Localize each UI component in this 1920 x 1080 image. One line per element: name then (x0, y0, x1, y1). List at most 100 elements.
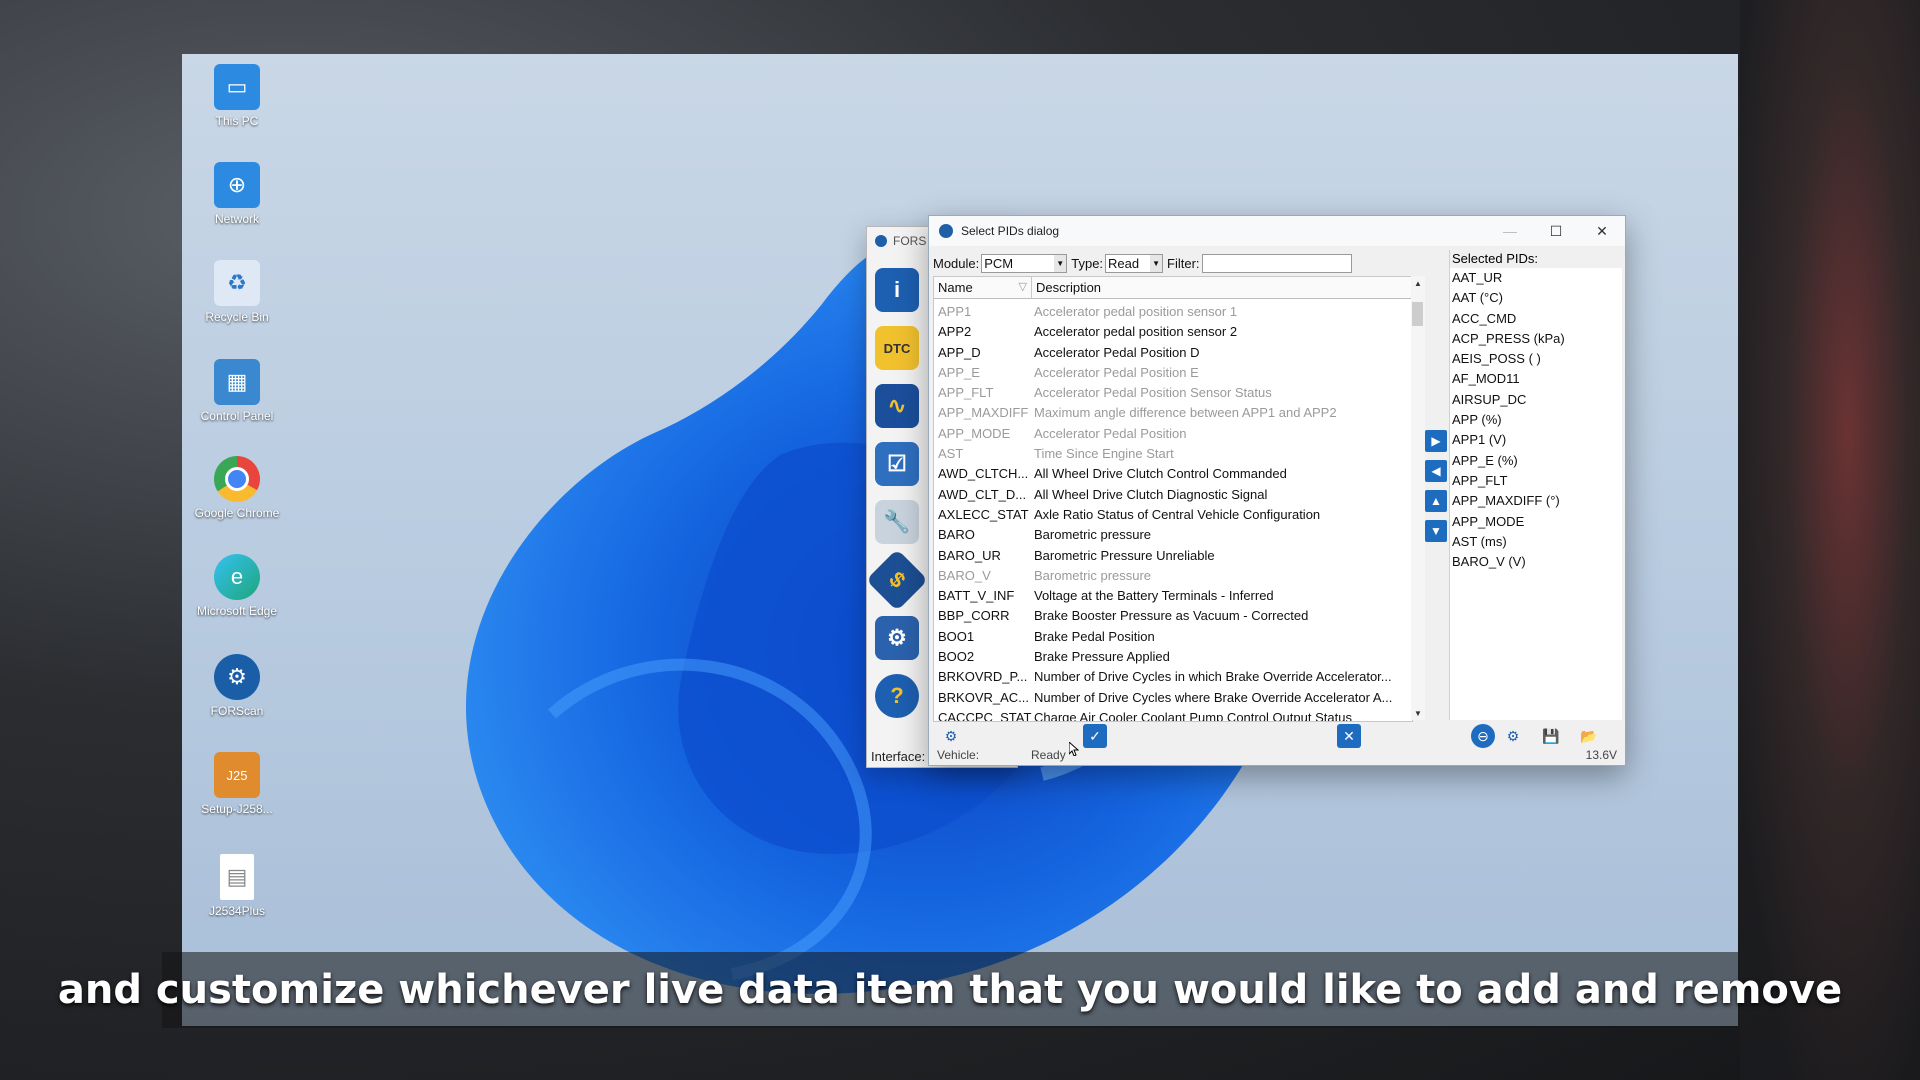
transfer-buttons: ▶ ◀ ▲ ▼ (1423, 430, 1449, 550)
pid-list: Name ▽ Description APP1 Accelerator pedal … (933, 276, 1413, 722)
scroll-thumb[interactable] (1412, 302, 1423, 326)
pid-description: Accelerator Pedal Position Sensor Status (1034, 385, 1272, 401)
selected-pid-item[interactable]: ACC_CMD (1450, 309, 1622, 329)
desktop-icon-this-pc[interactable]: ▭ This PC (182, 64, 292, 129)
pid-name: BOO1 (938, 628, 975, 644)
sidebar-tests-button[interactable]: ☑ (867, 435, 927, 493)
selected-pid-item[interactable]: AEIS_POSS ( ) (1450, 349, 1622, 369)
remove-pid-button[interactable]: ◀ (1425, 460, 1447, 482)
column-header-description[interactable]: Description (1032, 277, 1412, 298)
clear-button[interactable]: ⊖ (1471, 724, 1495, 748)
pid-row[interactable]: APP1 Accelerator pedal position sensor 1 (934, 302, 1412, 322)
dialog-status-strip: Vehicle: Ready 13.6V (937, 748, 1617, 762)
filter-label: Filter: (1167, 255, 1200, 271)
desktop-icon-network[interactable]: ⊕ Network (182, 162, 292, 227)
pid-description: Maximum angle difference between APP1 an… (1034, 405, 1337, 421)
pid-row[interactable]: AXLECC_STAT Axle Ratio Status of Central … (934, 505, 1412, 525)
desktop-icon-control-panel[interactable]: ▦ Control Panel (182, 359, 292, 424)
column-header-name[interactable]: Name ▽ (934, 277, 1032, 298)
selected-pid-item[interactable]: APP_E (%) (1450, 451, 1622, 471)
ok-button[interactable]: ✓ (1083, 724, 1107, 748)
selected-pid-item[interactable]: APP_MAXDIFF (°) (1450, 491, 1622, 511)
network-icon: ⊕ (214, 162, 260, 208)
dialog-button-bar: ⚙ ✓ ✕ ⊖ ⚙ 💾 📂 (929, 722, 1625, 748)
recycle-bin-icon: ♻ (214, 260, 260, 306)
sidebar-dtc-button[interactable]: DTC (867, 319, 927, 377)
open-button[interactable]: 📂 (1577, 724, 1601, 748)
pid-row[interactable]: APP_E Accelerator Pedal Position E (934, 363, 1412, 383)
scroll-up-icon[interactable]: ▲ (1411, 276, 1425, 290)
pid-description: All Wheel Drive Clutch Diagnostic Signal (1034, 486, 1268, 502)
pid-description: Number of Drive Cycles where Brake Overr… (1034, 689, 1393, 705)
pid-row[interactable]: BRKOVR_AC... Number of Drive Cycles where… (934, 688, 1412, 708)
selected-pid-item[interactable]: APP_FLT (1450, 471, 1622, 491)
scroll-down-icon[interactable]: ▼ (1411, 706, 1425, 720)
pid-row[interactable]: APP2 Accelerator pedal position sensor 2 (934, 322, 1412, 342)
pid-row[interactable]: APP_MODE Accelerator Pedal Position (934, 424, 1412, 444)
pid-row[interactable]: BARO_UR Barometric Pressure Unreliable (934, 546, 1412, 566)
module-label: Module: (933, 255, 980, 271)
pid-name: BARO_V (938, 567, 991, 583)
pid-row[interactable]: BOO1 Brake Pedal Position (934, 627, 1412, 647)
pid-row[interactable]: AWD_CLT_D... All Wheel Drive Clutch Diagn… (934, 485, 1412, 505)
pid-row[interactable]: CACCPC_STAT Charge Air Cooler Coolant Pum… (934, 708, 1412, 721)
maximize-button[interactable]: ☐ (1533, 216, 1579, 246)
module-select[interactable]: PCM ▼ (981, 253, 1068, 273)
move-down-button[interactable]: ▼ (1425, 520, 1447, 542)
selected-pid-item[interactable]: BARO_V (V) (1450, 552, 1622, 572)
pid-row[interactable]: APP_FLT Accelerator Pedal Position Sensor… (934, 383, 1412, 403)
dialog-titlebar[interactable]: Select PIDs dialog — ☐ ✕ (929, 216, 1625, 246)
pid-name: AWD_CLTCH... (938, 466, 1029, 482)
move-up-button[interactable]: ▲ (1425, 490, 1447, 512)
desktop-icon-google-chrome[interactable]: Google Chrome (182, 456, 292, 521)
sidebar-settings-button[interactable]: ⚙ (867, 609, 927, 667)
save-icon: 💾 (1542, 727, 1560, 744)
settings-button[interactable]: ⚙ (939, 724, 963, 748)
desktop-icon-j2534plus[interactable]: ▤ J2534Plus (182, 854, 292, 919)
sidebar-service-button[interactable]: 🔧 (867, 493, 927, 551)
monitor-icon: ▭ (214, 64, 260, 110)
mouse-cursor (1069, 742, 1079, 756)
pid-row[interactable]: APP_MAXDIFF Maximum angle difference betw… (934, 403, 1412, 423)
pid-row[interactable]: APP_D Accelerator Pedal Position D (934, 343, 1412, 363)
sidebar-help-button[interactable]: ? (867, 667, 927, 725)
desktop-icon-microsoft-edge[interactable]: e Microsoft Edge (182, 554, 292, 619)
sidebar-oscilloscope-button[interactable]: ∿ (867, 377, 927, 435)
pid-row[interactable]: BARO_V Barometric pressure (934, 566, 1412, 586)
configure-button[interactable]: ⚙ (1501, 724, 1525, 748)
desktop-icon-forscan[interactable]: ⚙ FORScan (182, 654, 292, 719)
pid-name: BBP_CORR (938, 608, 1010, 624)
add-pid-button[interactable]: ▶ (1425, 430, 1447, 452)
pid-row[interactable]: AWD_CLTCH... All Wheel Drive Clutch Contr… (934, 464, 1412, 484)
pid-description: Accelerator pedal position sensor 2 (1034, 324, 1238, 340)
pid-row[interactable]: BOO2 Brake Pressure Applied (934, 647, 1412, 667)
pid-name: APP2 (938, 324, 972, 340)
pid-description: Barometric Pressure Unreliable (1034, 547, 1215, 563)
selected-pid-item[interactable]: AAT (°C) (1450, 288, 1622, 308)
sidebar-vehicle-info-button[interactable]: i (867, 261, 927, 319)
pid-name: APP_E (938, 364, 980, 380)
minimize-button[interactable]: — (1487, 216, 1533, 246)
desktop-icon-setup-j2534[interactable]: J25 Setup-J258... (182, 752, 292, 817)
cancel-button[interactable]: ✕ (1337, 724, 1361, 748)
selected-pid-item[interactable]: APP_MODE (1450, 512, 1622, 532)
sidebar-config-button[interactable]: $ (865, 548, 929, 612)
gear-icon: ⚙ (944, 727, 958, 744)
desktop-icon-recycle-bin[interactable]: ♻ Recycle Bin (182, 260, 292, 325)
selected-pid-item[interactable]: AF_MOD11 (1450, 369, 1622, 389)
save-button[interactable]: 💾 (1539, 724, 1563, 748)
pid-row[interactable]: BATT_V_INF Voltage at the Battery Termina… (934, 586, 1412, 606)
selected-pid-item[interactable]: ACP_PRESS (kPa) (1450, 329, 1622, 349)
selected-pid-item[interactable]: AST (ms) (1450, 532, 1622, 552)
type-select[interactable]: Read ▼ (1105, 253, 1164, 273)
close-button[interactable]: ✕ (1579, 216, 1625, 246)
selected-pid-item[interactable]: AAT_UR (1450, 268, 1622, 288)
selected-pid-item[interactable]: APP (%) (1450, 410, 1622, 430)
pid-row[interactable]: BARO Barometric pressure (934, 525, 1412, 545)
selected-pid-item[interactable]: APP1 (V) (1450, 430, 1622, 450)
pid-row[interactable]: AST Time Since Engine Start (934, 444, 1412, 464)
selected-pid-item[interactable]: AIRSUP_DC (1450, 390, 1622, 410)
pid-row[interactable]: BRKOVRD_P... Number of Drive Cycles in wh… (934, 667, 1412, 687)
pid-row[interactable]: BBP_CORR Brake Booster Pressure as Vacuum… (934, 606, 1412, 626)
filter-input[interactable] (1201, 253, 1352, 273)
